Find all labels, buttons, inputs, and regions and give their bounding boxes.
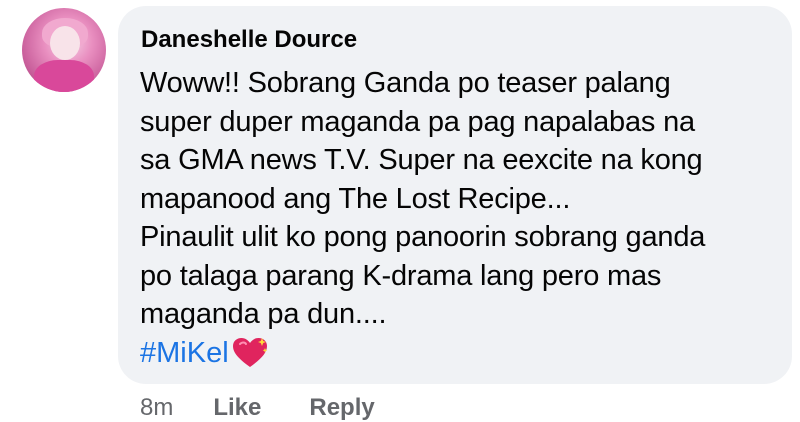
comment: Daneshelle Dource Woww!! Sobrang Ganda p… [0, 0, 800, 422]
sparkling-heart-icon [232, 337, 267, 367]
comment-actions: 8m Like Reply [140, 394, 375, 422]
reply-button[interactable]: Reply [309, 394, 374, 422]
avatar-face [50, 26, 80, 60]
like-button[interactable]: Like [213, 394, 261, 422]
comment-bubble: Daneshelle Dource Woww!! Sobrang Ganda p… [118, 6, 792, 384]
comment-author[interactable]: Daneshelle Dource [141, 24, 770, 56]
comment-text: Woww!! Sobrang Ganda po teaser palang su… [140, 67, 706, 330]
hashtag-row: #MiKel [140, 334, 770, 372]
comment-timestamp[interactable]: 8m [140, 394, 173, 422]
avatar-body [34, 60, 94, 92]
avatar[interactable] [22, 8, 106, 92]
hashtag-link[interactable]: #MiKel [140, 334, 269, 372]
hashtag-text: #MiKel [140, 336, 229, 369]
